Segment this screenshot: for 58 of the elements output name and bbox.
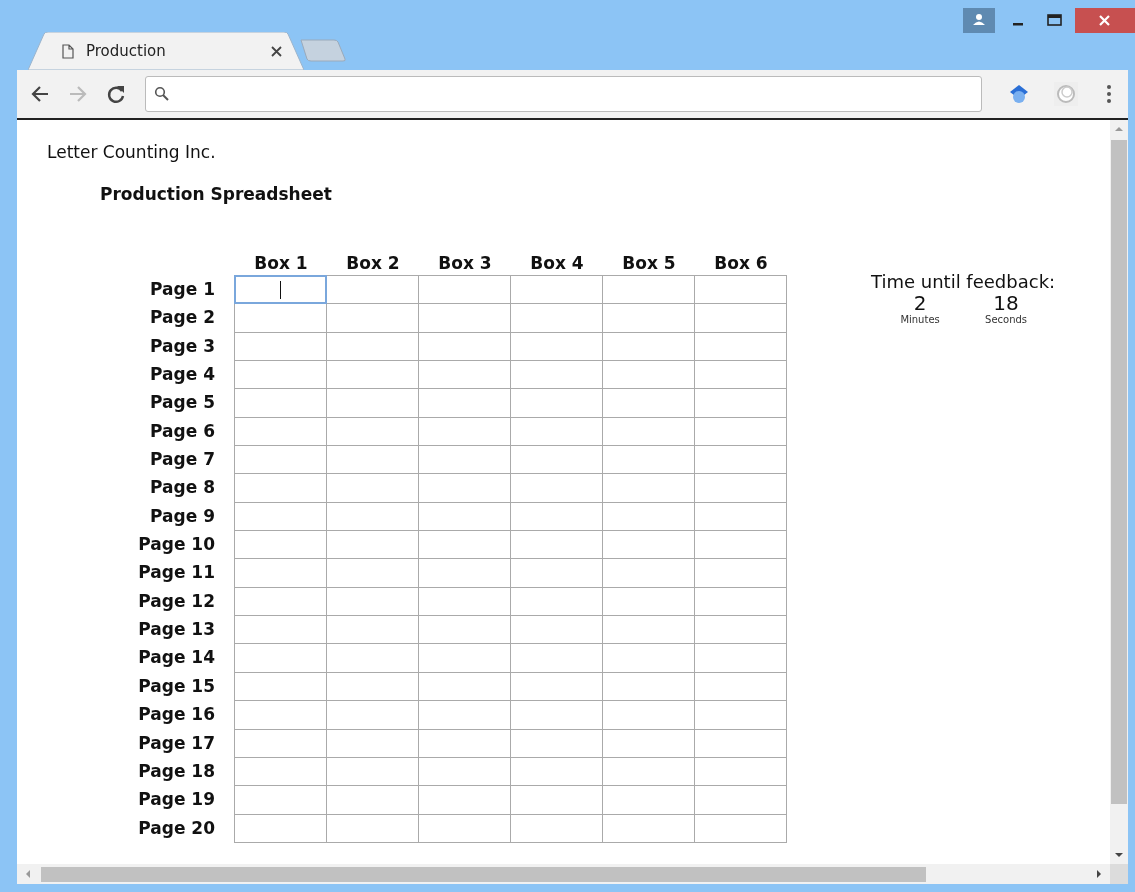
scroll-left-icon[interactable] [25,870,31,878]
scrollbar-thumb[interactable] [1111,140,1127,804]
timer-value: 18 [993,292,1019,314]
search-icon [154,86,170,102]
row-label: Page 6 [149,419,216,443]
row-label: Page 14 [137,646,216,670]
row-label: Page 18 [137,759,216,783]
timer-value: 2 [913,292,927,314]
row-label: Page 4 [149,363,216,387]
close-icon[interactable] [271,45,282,57]
timer-heading: Time until feedback: [871,271,1056,292]
browser-tab[interactable]: Production [28,32,304,70]
scroll-up-icon[interactable] [1115,126,1123,132]
row-label: Page 10 [137,533,216,557]
text-cursor [280,280,281,299]
page-title: Production Spreadsheet [100,183,333,206]
page-icon [62,43,74,59]
vertical-scrollbar[interactable] [1110,120,1128,864]
row-label: Page 15 [137,674,216,698]
row-label: Page 17 [137,731,216,755]
scrollbar-corner [1110,864,1128,884]
row-label: Page 3 [149,334,216,358]
menu-icon[interactable] [1106,84,1112,104]
timer-unit: Minutes [900,314,940,325]
scroll-right-icon[interactable] [1096,870,1102,878]
column-header: Box 5 [621,252,677,275]
row-label: Page 8 [149,476,216,500]
column-header: Box 1 [253,252,309,275]
timer-unit: Seconds [985,314,1028,325]
row-label: Page 5 [149,391,216,415]
row-label: Page 20 [137,816,216,840]
address-bar[interactable] [145,76,982,112]
company-name: Letter Counting Inc. [47,141,217,164]
column-header: Box 6 [713,252,769,275]
extension-icon[interactable] [1008,83,1030,105]
row-label: Page 7 [149,448,216,472]
row-label: Page 12 [137,589,216,613]
new-tab-button[interactable] [300,39,346,62]
input-field[interactable] [234,813,327,843]
row-label: Page 19 [137,788,216,812]
column-header: Box 2 [345,252,401,275]
extension-icon[interactable] [1054,82,1078,106]
profile-icon[interactable] [963,8,995,33]
row-label: Page 11 [137,561,216,585]
row-label: Page 9 [149,504,216,528]
input-field[interactable] [694,275,787,305]
row-label: Page 16 [137,703,216,727]
close-icon[interactable] [1075,8,1135,33]
row-label: Page 13 [137,618,216,642]
column-header: Box 4 [529,252,585,275]
scroll-down-icon[interactable] [1115,852,1123,858]
row-label: Page 2 [149,306,216,330]
input-field[interactable] [694,813,787,843]
input-field[interactable] [234,275,327,305]
reload-icon[interactable] [105,83,127,105]
column-header: Box 3 [437,252,493,275]
row-label: Page 1 [149,278,216,301]
scrollbar-thumb[interactable] [41,866,926,882]
